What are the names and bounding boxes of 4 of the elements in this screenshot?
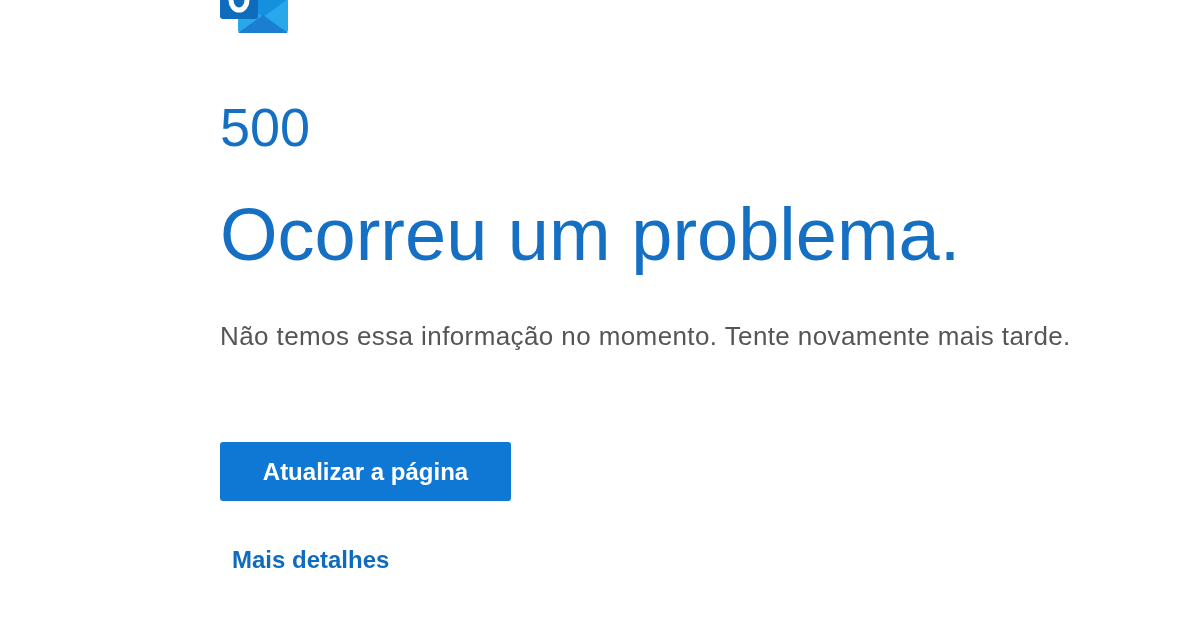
error-code: 500 xyxy=(220,100,311,154)
refresh-page-button[interactable]: Atualizar a página xyxy=(220,442,511,501)
more-details-link[interactable]: Mais detalhes xyxy=(232,548,390,572)
error-message: Não temos essa informação no momento. Tente novamente mais tarde. xyxy=(220,323,1071,349)
